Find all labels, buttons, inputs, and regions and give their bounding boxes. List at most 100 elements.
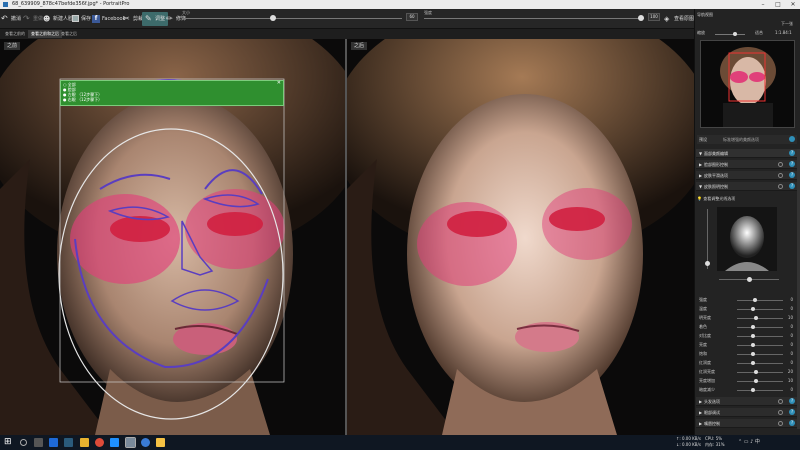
param-slider-track[interactable] bbox=[737, 300, 783, 301]
help-icon[interactable]: ? bbox=[789, 398, 795, 404]
zoom-thumb[interactable] bbox=[733, 32, 737, 36]
param-row[interactable]: 着色 0 bbox=[697, 323, 797, 331]
param-slider-track[interactable] bbox=[737, 381, 783, 382]
param-slider-thumb[interactable] bbox=[753, 316, 758, 320]
app-icon-3[interactable] bbox=[110, 438, 119, 447]
param-slider-thumb[interactable] bbox=[750, 307, 755, 311]
param-slider-thumb[interactable] bbox=[750, 325, 755, 329]
brush-strength-thumb[interactable] bbox=[638, 15, 644, 21]
option-right-eye[interactable]: ● 右眼 （12步骤下） bbox=[63, 97, 102, 102]
param-slider-thumb[interactable] bbox=[754, 370, 759, 374]
next-image-button[interactable]: 下一张 bbox=[697, 21, 797, 29]
section-lips[interactable]: ▶ 嘴唇控制 ? bbox=[696, 419, 799, 428]
save-button[interactable]: 保存 bbox=[72, 12, 91, 26]
param-slider-thumb[interactable] bbox=[753, 379, 758, 383]
param-slider-thumb[interactable] bbox=[750, 388, 755, 392]
file-explorer-icon[interactable] bbox=[80, 438, 89, 447]
light-vertical-thumb[interactable] bbox=[705, 261, 710, 266]
section-eyes[interactable]: ▶ 眼部调试 ? bbox=[696, 408, 799, 417]
toggle-icon[interactable] bbox=[778, 184, 783, 189]
param-slider-thumb[interactable] bbox=[753, 298, 757, 302]
help-icon[interactable]: ? bbox=[789, 183, 795, 189]
section-skin-lighting[interactable]: ▼ 皮肤照明控制 ? bbox=[696, 182, 799, 191]
brush-strength-value[interactable]: 100 bbox=[648, 13, 660, 21]
section-skin-smoothing[interactable]: ▶ 皮肤平滑选项 ? bbox=[696, 171, 799, 180]
before-pane[interactable]: ○ 全部 ● 脸部 ● 左眼 （12步骤下） ● 右眼 （12步骤下） ✕ 之前 bbox=[0, 39, 345, 435]
param-row[interactable]: 红润度 0 bbox=[697, 359, 797, 367]
tab-before[interactable]: 查看之前的 bbox=[2, 30, 28, 38]
section-face-shape[interactable]: ▶ 脸部图形控制 ? bbox=[696, 160, 799, 169]
help-icon[interactable]: ? bbox=[789, 172, 795, 178]
param-slider-thumb[interactable] bbox=[750, 361, 755, 365]
brush-size-track[interactable] bbox=[182, 18, 402, 19]
app-icon-2[interactable] bbox=[64, 438, 73, 447]
app-icon-1[interactable] bbox=[49, 438, 58, 447]
help-icon[interactable]: ? bbox=[789, 150, 795, 156]
brush-size-thumb[interactable] bbox=[270, 15, 276, 21]
param-row[interactable]: 红润亮度 20 bbox=[697, 368, 797, 376]
windows-start-icon[interactable]: ⊞ bbox=[4, 438, 13, 447]
navigator-thumbnail[interactable] bbox=[700, 40, 795, 128]
section-hair[interactable]: ▶ 头发选项 ? bbox=[696, 397, 799, 406]
toggle-icon[interactable] bbox=[778, 162, 783, 167]
dialog-close-icon[interactable]: ✕ bbox=[277, 80, 281, 86]
after-pane[interactable]: 之后 bbox=[347, 39, 694, 435]
crop-button[interactable]: ✂ 剪裁 bbox=[123, 12, 143, 26]
param-row[interactable]: 暗度减少 0 bbox=[697, 386, 797, 394]
help-icon[interactable]: ? bbox=[789, 420, 795, 426]
toggle-icon[interactable] bbox=[778, 173, 783, 178]
param-slider-track[interactable] bbox=[737, 327, 783, 328]
app-icon-4[interactable] bbox=[141, 438, 150, 447]
tab-after[interactable]: 查看之后 bbox=[58, 30, 80, 38]
param-slider-track[interactable] bbox=[737, 363, 783, 364]
param-slider-track[interactable] bbox=[737, 372, 783, 373]
param-slider-track[interactable] bbox=[737, 318, 783, 319]
tray-icons[interactable]: ⌃ ▭ ♪ 中 bbox=[738, 439, 760, 445]
param-row[interactable]: 亮度 0 bbox=[697, 341, 797, 349]
param-slider-thumb[interactable] bbox=[750, 343, 755, 347]
task-view-icon[interactable] bbox=[34, 438, 43, 447]
undo-button[interactable]: ↶ 撤消 bbox=[1, 12, 21, 26]
fit-button[interactable]: 适合 bbox=[755, 30, 763, 36]
app-icon-5[interactable] bbox=[156, 438, 165, 447]
param-slider-track[interactable] bbox=[737, 336, 783, 337]
toggle-icon[interactable] bbox=[778, 410, 783, 415]
param-row[interactable]: 亮度增加 10 bbox=[697, 377, 797, 385]
param-slider-thumb[interactable] bbox=[750, 334, 755, 338]
param-slider-track[interactable] bbox=[737, 345, 783, 346]
lighting-preview[interactable] bbox=[717, 207, 777, 271]
param-slider-track[interactable] bbox=[737, 390, 783, 391]
tab-before-after[interactable]: 查看之前和之后 bbox=[28, 30, 62, 38]
section-face-editing[interactable]: ▼ 面部美颜编辑 ? bbox=[696, 149, 799, 158]
zoom-track[interactable] bbox=[715, 34, 745, 35]
toggle-icon[interactable] bbox=[778, 399, 783, 404]
maximize-button[interactable]: □ bbox=[771, 0, 785, 9]
toggle-icon[interactable] bbox=[778, 421, 783, 426]
light-horizontal-thumb[interactable] bbox=[747, 277, 752, 282]
preset-help-icon[interactable] bbox=[789, 136, 795, 142]
help-icon[interactable]: ? bbox=[789, 161, 795, 167]
adjust-button[interactable]: ✎ 调整 bbox=[142, 12, 169, 26]
preset-row[interactable]: 预设 标准增强的美颜选项 bbox=[697, 135, 797, 144]
search-icon[interactable] bbox=[20, 439, 27, 446]
brush-size-value[interactable]: 60 bbox=[406, 13, 418, 21]
help-icon[interactable]: ? bbox=[789, 409, 795, 415]
new-face-button[interactable]: ☻ 新建人脸 bbox=[43, 12, 73, 26]
param-row[interactable]: 温度 0 bbox=[697, 305, 797, 313]
light-vertical-track[interactable] bbox=[707, 209, 708, 269]
param-row[interactable]: 对比度 0 bbox=[697, 332, 797, 340]
chrome-icon[interactable] bbox=[95, 438, 104, 447]
brush-strength-track[interactable] bbox=[424, 18, 644, 19]
brush-strength-slider[interactable]: 强度 100 bbox=[424, 10, 660, 26]
param-slider-track[interactable] bbox=[737, 309, 783, 310]
close-button[interactable]: ✕ bbox=[786, 0, 800, 9]
param-row[interactable]: 强度 0 bbox=[697, 296, 797, 304]
param-row[interactable]: 饱和 0 bbox=[697, 350, 797, 358]
light-options-link[interactable]: 💡 查看调整光线选项 bbox=[697, 195, 797, 203]
brush-size-slider[interactable]: 大小 60 bbox=[182, 10, 418, 26]
preset-dropdown[interactable]: 标准增强的美颜选项 bbox=[723, 135, 759, 144]
portraitpro-taskbar-icon[interactable] bbox=[125, 437, 136, 448]
redo-button[interactable]: ↷ 重做 bbox=[23, 12, 43, 26]
view-original-button[interactable]: ◈ 查看原图 bbox=[664, 12, 694, 26]
minimize-button[interactable]: – bbox=[756, 0, 770, 9]
